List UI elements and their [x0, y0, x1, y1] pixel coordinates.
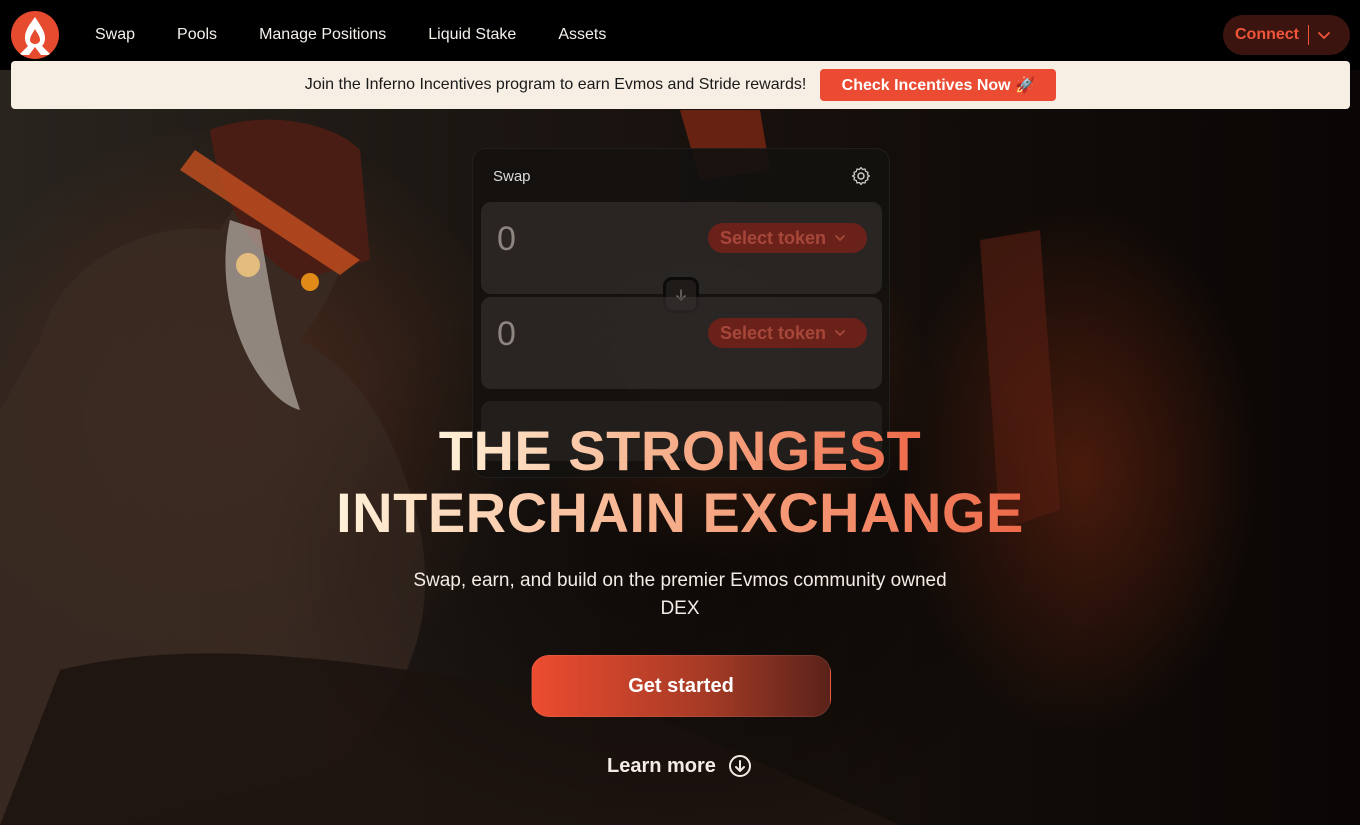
chevron-down-icon[interactable] [1317, 28, 1331, 42]
banner-text: Join the Inferno Incentives program to e… [304, 76, 807, 93]
to-token-panel: 0 Select token [481, 297, 882, 389]
from-amount-input[interactable]: 0 [497, 220, 516, 259]
nav-links: Swap Pools Manage Positions Liquid Stake… [95, 25, 648, 45]
hero-title-line-2: INTERCHAIN EXCHANGE [336, 481, 1024, 544]
nav-link-assets[interactable]: Assets [558, 25, 606, 45]
select-to-token-button[interactable]: Select token [708, 318, 867, 348]
hero-subtitle: Swap, earn, and build on the premier Evm… [413, 570, 947, 619]
hero-title: THE STRONGEST INTERCHAIN EXCHANGE [0, 420, 1360, 544]
gear-icon[interactable] [851, 166, 871, 186]
chevron-down-icon [835, 330, 845, 337]
nav-link-liquid-stake[interactable]: Liquid Stake [428, 25, 516, 45]
connect-button[interactable]: Connect [1223, 15, 1350, 55]
incentives-banner: Join the Inferno Incentives program to e… [11, 61, 1350, 109]
connect-divider [1308, 25, 1309, 45]
connect-label: Connect [1235, 26, 1299, 43]
learn-more-link[interactable]: Learn more [607, 754, 752, 778]
top-navbar: Swap Pools Manage Positions Liquid Stake… [0, 0, 1360, 70]
get-started-button[interactable]: Get started [531, 655, 831, 717]
select-from-token-button[interactable]: Select token [708, 223, 867, 253]
select-token-label: Select token [720, 322, 827, 343]
nav-link-pools[interactable]: Pools [177, 25, 217, 45]
nav-link-manage-positions[interactable]: Manage Positions [259, 25, 386, 45]
to-amount-input[interactable]: 0 [497, 315, 516, 354]
hero-title-line-1: THE STRONGEST [438, 419, 922, 482]
learn-more-label: Learn more [607, 754, 716, 777]
select-token-label: Select token [720, 227, 827, 248]
flame-logo-icon[interactable] [11, 11, 59, 59]
nav-link-swap[interactable]: Swap [95, 25, 135, 45]
check-incentives-button[interactable]: Check Incentives Now 🚀 [820, 69, 1057, 101]
arrow-down-circle-icon [728, 755, 751, 777]
swap-card-title: Swap [493, 168, 531, 185]
chevron-down-icon [835, 235, 845, 242]
